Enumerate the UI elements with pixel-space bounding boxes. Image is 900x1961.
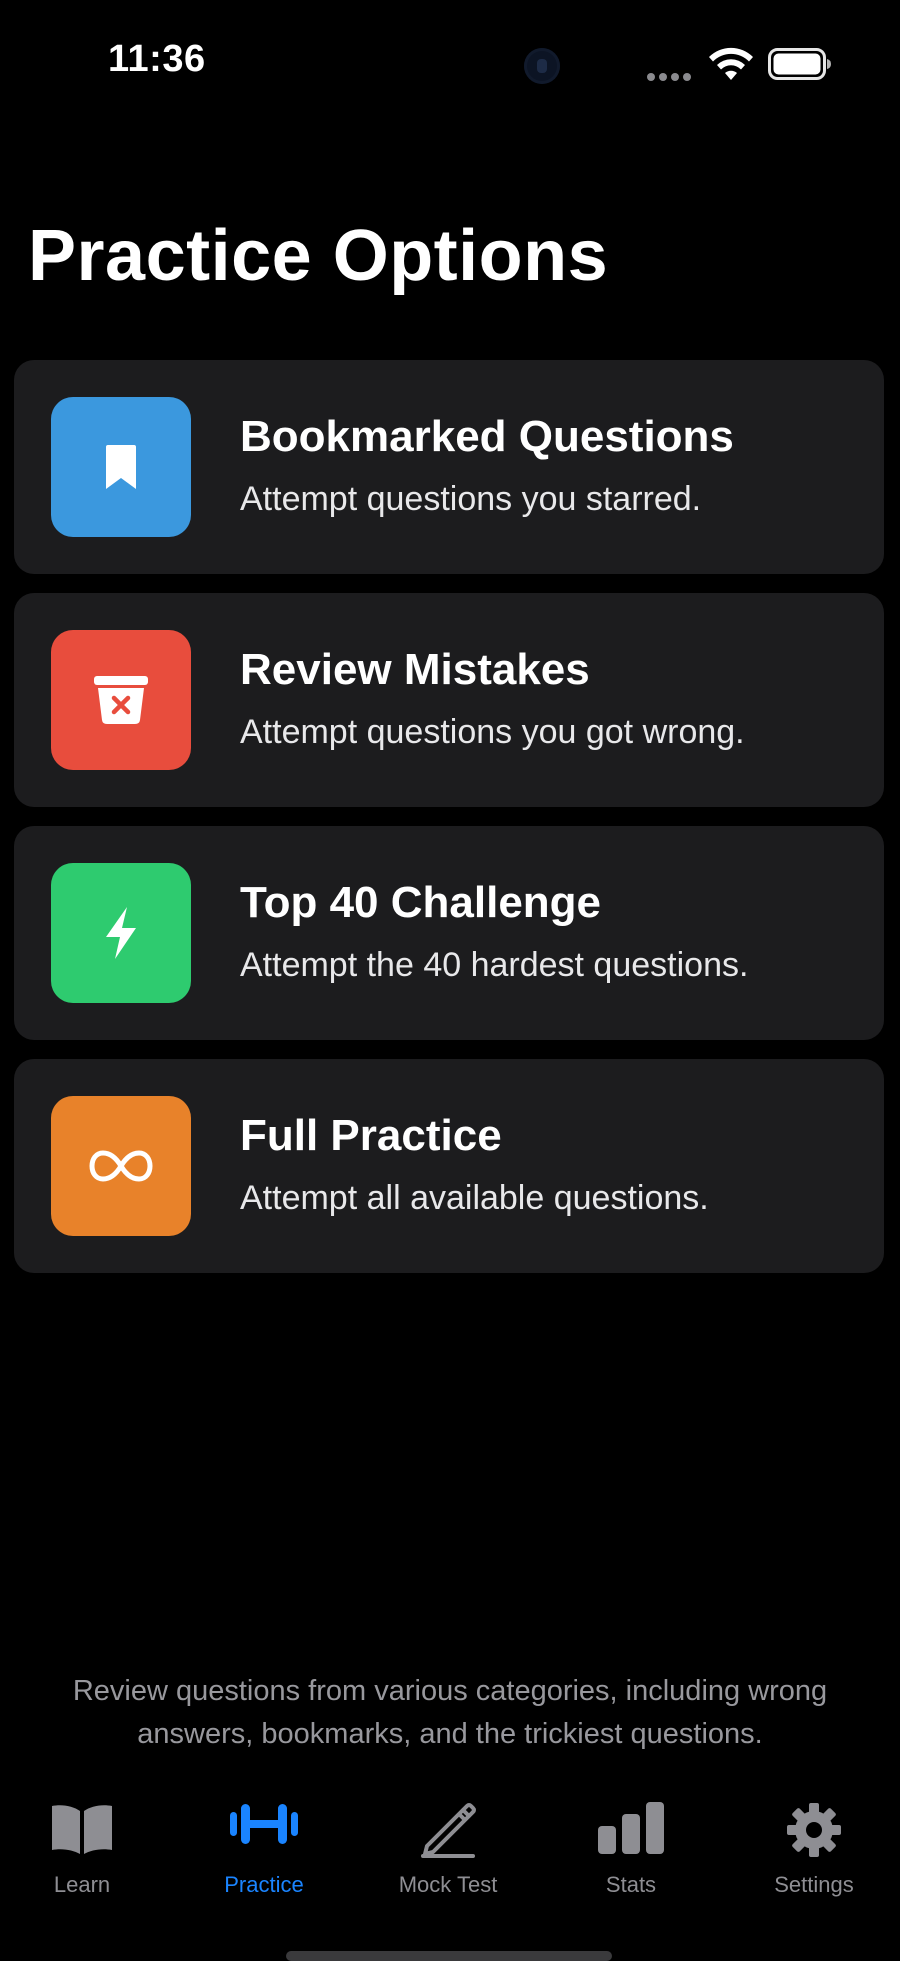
tab-label: Learn	[53, 1872, 111, 1897]
status-time: 11:36	[108, 38, 206, 80]
option-title: Top 40 Challenge	[240, 878, 602, 927]
tab-label: Mock Test	[398, 1872, 498, 1897]
infinity-icon	[51, 1096, 191, 1236]
tab-bar: Learn Practice Mock Test Stats Settings	[0, 1790, 900, 1957]
pencil-icon	[421, 1803, 476, 1858]
dumbbell-icon	[230, 1804, 298, 1844]
option-description: Attempt all available questions.	[240, 1179, 709, 1217]
tab-label: Settings	[774, 1872, 854, 1897]
practice-options-list: Bookmarked Questions Attempt questions y…	[14, 360, 884, 1292]
footer-note: Review questions from various categories…	[0, 1670, 900, 1756]
bookmark-icon	[51, 397, 191, 537]
option-title: Bookmarked Questions	[240, 412, 734, 461]
tab-stats[interactable]: Stats	[541, 1790, 721, 1910]
tab-label: Stats	[605, 1872, 657, 1897]
page-title: Practice Options	[28, 216, 609, 296]
option-description: Attempt the 40 hardest questions.	[240, 946, 749, 984]
tab-label: Practice	[224, 1872, 304, 1897]
battery-icon	[768, 48, 831, 80]
tab-settings[interactable]: Settings	[724, 1790, 900, 1910]
cellular-signal-icon	[647, 68, 695, 81]
footer-note-line: Review questions from various categories…	[72, 1675, 828, 1707]
tab-mock-test[interactable]: Mock Test	[358, 1790, 538, 1910]
tab-practice[interactable]: Practice	[174, 1790, 354, 1910]
option-top-40-challenge[interactable]: Top 40 Challenge Attempt the 40 hardest …	[14, 826, 884, 1040]
home-indicator	[286, 1951, 612, 1961]
trash-x-icon	[51, 630, 191, 770]
camera-icon	[524, 48, 560, 84]
option-full-practice[interactable]: Full Practice Attempt all available ques…	[14, 1059, 884, 1273]
tab-learn[interactable]: Learn	[0, 1790, 172, 1910]
wifi-icon	[709, 47, 753, 80]
option-description: Attempt questions you starred.	[240, 480, 702, 518]
status-bar: 11:36	[0, 0, 900, 130]
option-title: Full Practice	[240, 1111, 502, 1160]
option-review-mistakes[interactable]: Review Mistakes Attempt questions you go…	[14, 593, 884, 807]
book-icon	[52, 1805, 112, 1854]
option-title: Review Mistakes	[240, 645, 590, 694]
gear-icon	[787, 1803, 841, 1857]
footer-note-line: answers, bookmarks, and the trickiest qu…	[137, 1718, 763, 1750]
option-bookmarked-questions[interactable]: Bookmarked Questions Attempt questions y…	[14, 360, 884, 574]
bolt-icon	[51, 863, 191, 1003]
bar-chart-icon	[598, 1802, 664, 1854]
option-description: Attempt questions you got wrong.	[240, 713, 745, 751]
